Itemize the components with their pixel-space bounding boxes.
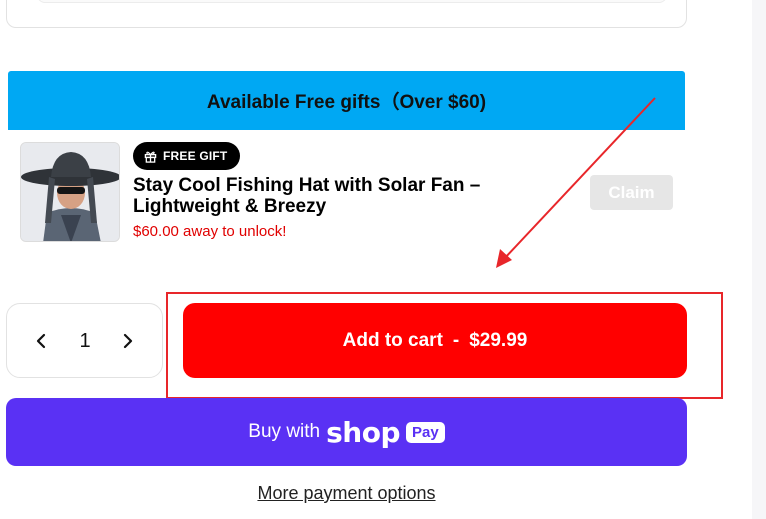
previous-section-inner: [37, 0, 667, 3]
claim-gift-button[interactable]: Claim: [590, 175, 673, 210]
free-gift-badge: FREE GIFT: [133, 142, 241, 170]
quantity-decrease-button[interactable]: [15, 304, 67, 377]
add-to-cart-label: Add to cart: [342, 329, 443, 351]
page-right-gutter: [752, 0, 766, 519]
shop-pay-pill: Pay: [406, 421, 445, 443]
quantity-stepper: [6, 303, 163, 378]
free-gifts-banner: Available Free gifts（Over $60): [8, 71, 685, 130]
gift-product-image[interactable]: [20, 142, 120, 242]
shop-pay-button[interactable]: Buy with shop Pay: [6, 398, 687, 466]
fishing-hat-photo: [21, 143, 119, 241]
chevron-left-icon: [36, 333, 46, 348]
free-gift-badge-label: FREE GIFT: [163, 149, 228, 163]
chevron-right-icon: [123, 333, 133, 348]
free-gifts-title: Available Free gifts（Over $60): [206, 92, 487, 113]
previous-section-card: [6, 0, 687, 28]
add-to-cart-button[interactable]: Add to cart - $29.99: [183, 303, 687, 378]
quantity-input[interactable]: [65, 328, 105, 354]
shop-pay-buy-with: Buy with: [248, 421, 321, 442]
add-to-cart-price: $29.99: [469, 329, 528, 351]
gift-product-title[interactable]: Stay Cool Fishing Hat with Solar Fan – L…: [133, 175, 553, 217]
gift-unlock-status: $60.00 away to unlock!: [133, 223, 287, 240]
quantity-increase-button[interactable]: [102, 304, 154, 377]
more-payment-options-link[interactable]: More payment options: [6, 483, 687, 504]
gift-icon: [144, 151, 157, 163]
shop-logo: shop: [326, 415, 400, 449]
add-to-cart-separator: -: [452, 329, 460, 351]
